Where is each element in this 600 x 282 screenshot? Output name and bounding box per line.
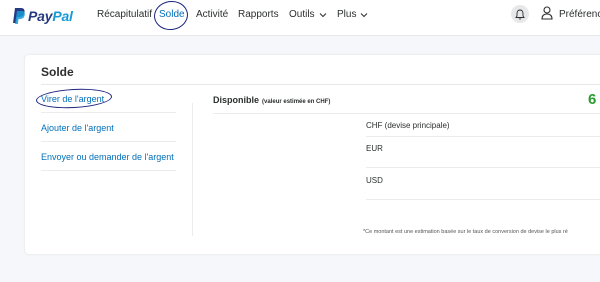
available-label: Disponible — [213, 95, 260, 105]
logo-wordmark: PayPal — [28, 8, 73, 24]
divider — [213, 113, 600, 114]
available-note: (valeur estimée en CHF) — [262, 99, 331, 105]
divider — [366, 199, 600, 200]
nav-activite[interactable]: Activité — [196, 9, 228, 20]
hand-drawn-circle-annotation — [152, 0, 190, 33]
divider — [366, 136, 600, 137]
logo-pal: Pal — [52, 8, 73, 24]
chevron-down-icon — [361, 12, 368, 17]
card-title: Solde — [41, 65, 74, 79]
paypal-logo[interactable]: PayPal — [11, 6, 73, 26]
user-icon[interactable] — [541, 6, 553, 20]
preferences-link[interactable]: Préférences — [559, 9, 600, 20]
paypal-logo-icon — [13, 8, 25, 24]
currency-eur: EUR — [366, 144, 383, 153]
divider — [41, 84, 600, 85]
available-heading: Disponible (valeur estimée en CHF) — [213, 95, 330, 105]
nav-activite-label: Activité — [196, 9, 229, 20]
add-money-link[interactable]: Ajouter de l'argent — [41, 123, 114, 133]
divider — [41, 170, 176, 171]
divider — [41, 112, 176, 113]
currency-chf: CHF (devise principale) — [366, 121, 450, 130]
notifications-button[interactable] — [511, 5, 529, 23]
bell-icon — [515, 9, 525, 20]
nav-rapports[interactable]: Rapports — [238, 9, 279, 20]
divider — [41, 141, 176, 142]
send-request-money-link[interactable]: Envoyer ou demander de l'argent — [41, 152, 174, 162]
nav-plus-label: Plus — [337, 9, 357, 20]
nav-recapitulatif[interactable]: Récapitulatif — [97, 9, 152, 20]
nav-outils[interactable]: Outils — [289, 9, 327, 20]
chevron-down-icon — [319, 12, 326, 17]
conversion-footnote: *Ce montant est une estimation basée sur… — [363, 229, 568, 235]
nav-plus[interactable]: Plus — [337, 9, 368, 20]
nav-recapitulatif-label: Récapitulatif — [97, 9, 153, 20]
top-navbar: PayPal Récapitulatif Solde Activité Rapp… — [0, 0, 600, 36]
balance-card: Solde Virer de l'argent Ajouter de l'arg… — [25, 55, 600, 254]
nav-rapports-label: Rapports — [238, 9, 279, 20]
divider — [366, 167, 600, 168]
available-amount: 6 — [588, 91, 597, 108]
logo-pay: Pay — [28, 8, 53, 24]
column-divider — [192, 103, 193, 236]
nav-outils-label: Outils — [289, 9, 315, 20]
currency-usd: USD — [366, 176, 383, 185]
hand-drawn-oval-annotation — [35, 87, 113, 110]
